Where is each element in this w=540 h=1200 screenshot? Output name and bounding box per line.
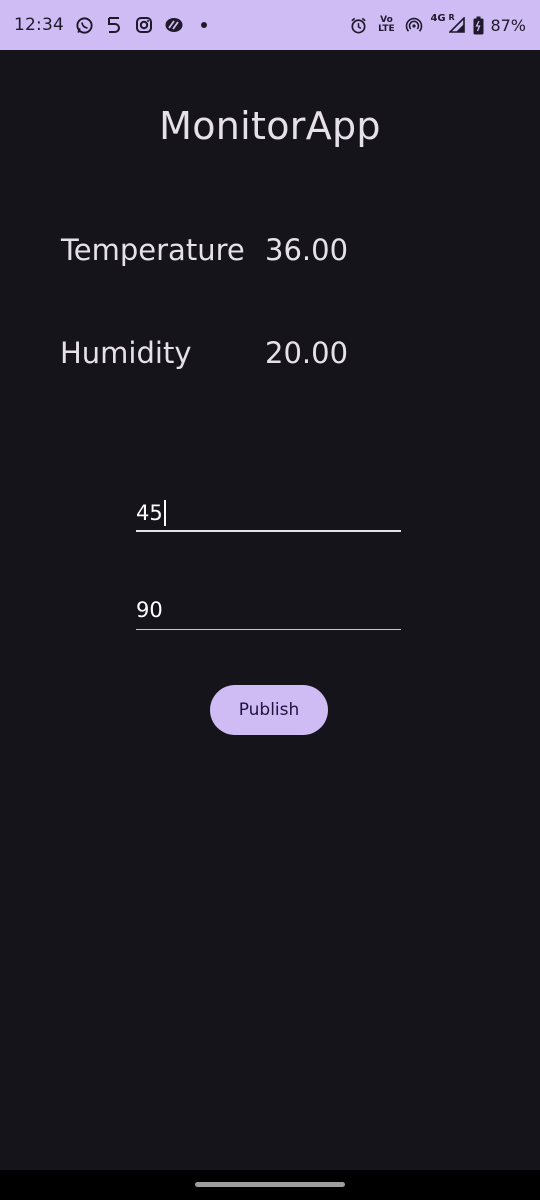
battery-icon [472, 15, 484, 35]
status-right: Vo LTE 4G R 87% [348, 13, 526, 35]
app-screen: 12:34 Vo LTE 4G R 87% MonitorApp Tempera… [0, 0, 540, 1200]
humidity-input-text[interactable]: 90 [136, 598, 163, 622]
temperature-input-field[interactable]: 45 [136, 492, 401, 532]
text-cursor [163, 500, 166, 526]
status-time: 12:34 [14, 15, 64, 35]
temperature-input-text[interactable]: 45 [136, 501, 163, 525]
temperature-value: 36.00 [265, 233, 349, 267]
navigation-bar [0, 1170, 540, 1200]
home-gesture-handle[interactable] [195, 1182, 345, 1187]
app-icon [164, 15, 184, 35]
dot-icon [194, 15, 214, 35]
humidity-input-field[interactable]: 90 [136, 590, 401, 630]
volte-icon: Vo LTE [378, 15, 395, 34]
network-label: 4G [430, 13, 446, 24]
whatsapp-icon [74, 15, 94, 35]
humidity-label: Humidity [60, 336, 192, 370]
status-bar: 12:34 Vo LTE 4G R 87% [0, 0, 540, 50]
instagram-icon [134, 15, 154, 35]
status-left: 12:34 [14, 15, 214, 35]
alarm-icon [348, 15, 368, 35]
hotspot-icon [404, 15, 424, 35]
humidity-input-content[interactable]: 90 [136, 598, 163, 622]
app-title: MonitorApp [159, 104, 381, 148]
temperature-input-content[interactable]: 45 [136, 500, 166, 526]
publish-button[interactable]: Publish [210, 685, 328, 735]
battery-percentage: 87% [490, 15, 526, 35]
humidity-value: 20.00 [265, 336, 349, 370]
signal-4g-icon: 4G R [430, 13, 466, 35]
temperature-label: Temperature [61, 233, 245, 267]
notification-5-icon [104, 15, 124, 35]
